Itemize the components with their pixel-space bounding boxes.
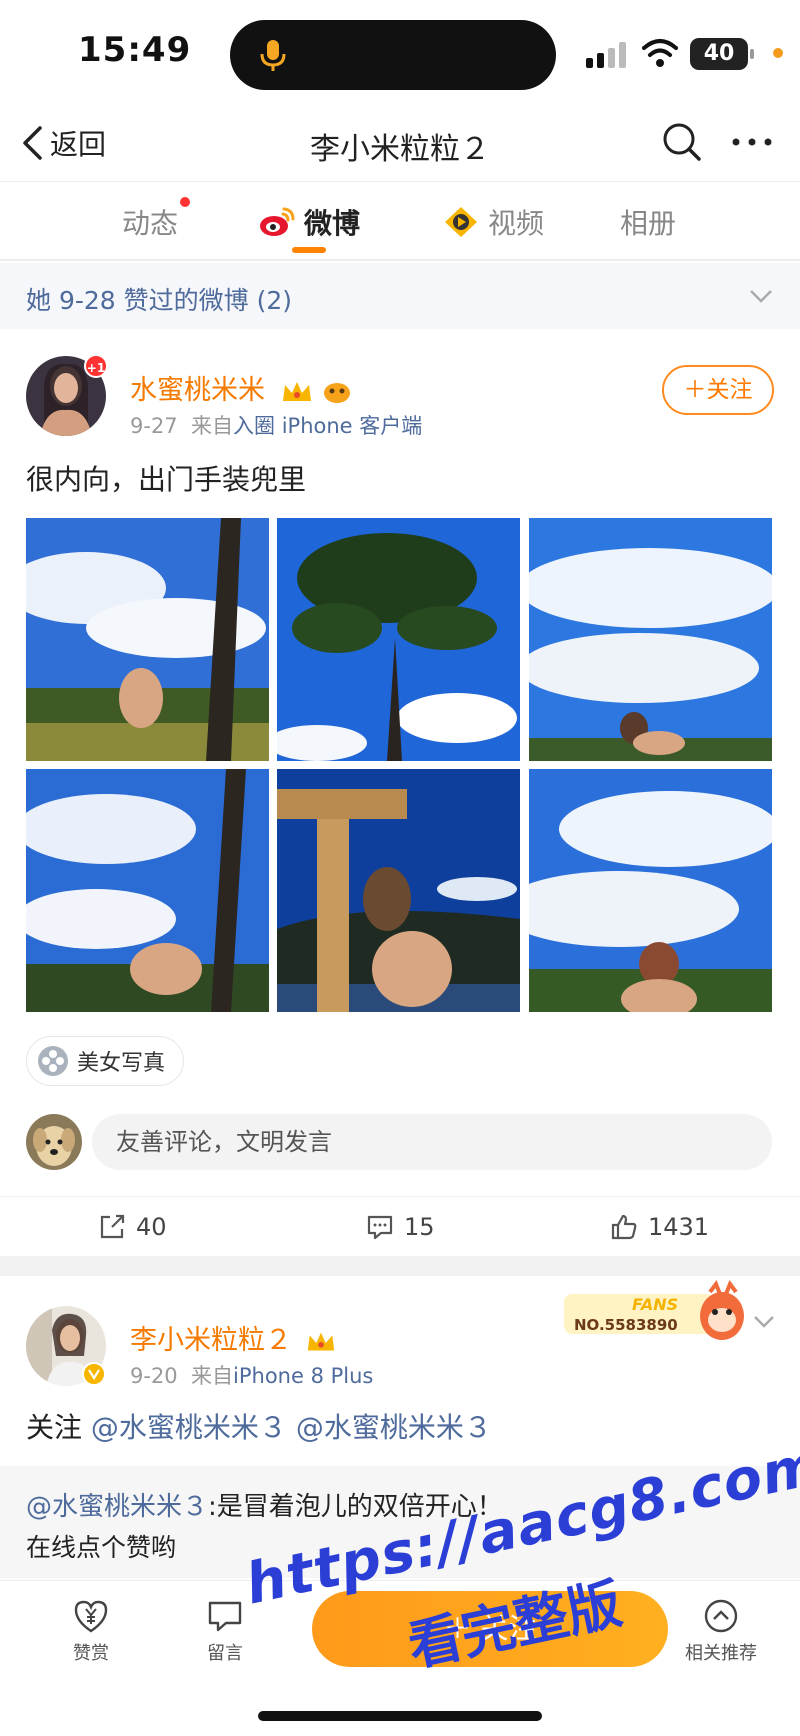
profile-tabs: 动态 微博 视频 相册	[0, 183, 800, 261]
battery-indicator: 40	[690, 38, 754, 70]
post-image[interactable]	[26, 518, 269, 761]
fans-badge-number: NO.5583890	[574, 1316, 678, 1334]
liked-posts-banner[interactable]: 她 9-28 赞过的微博 (2)	[0, 263, 800, 329]
mention-link[interactable]: @水蜜桃米米３	[26, 1492, 208, 1522]
message-label: 留言	[207, 1643, 243, 1664]
tab-label: 相册	[620, 207, 677, 240]
image-grid	[26, 518, 772, 1012]
video-icon	[445, 207, 477, 237]
post-action-bar: 40 15 1431	[0, 1196, 800, 1256]
tab-weibo[interactable]: 微博	[258, 201, 360, 243]
comment-button[interactable]: 15	[366, 1209, 435, 1245]
message-icon	[208, 1601, 242, 1632]
chevron-up-circle-icon	[704, 1599, 738, 1633]
recommend-button[interactable]: 相关推荐	[676, 1597, 766, 1665]
comment-row: 友善评论，文明发言	[26, 1114, 774, 1170]
message-button[interactable]: 留言	[190, 1597, 260, 1665]
mention-link[interactable]: @水蜜桃米米３	[91, 1411, 287, 1444]
comment-count: 15	[404, 1213, 435, 1241]
repost-count: 40	[136, 1213, 167, 1241]
navigation-bar: 返回 李小米粒粒２	[0, 104, 800, 182]
privacy-indicator-dot	[773, 48, 783, 58]
source-prefix: 来自	[191, 414, 234, 438]
quoted-post[interactable]: @水蜜桃米米３:是冒着泡儿的双倍开心！ 在线点个赞哟	[0, 1466, 800, 1578]
signal-icon	[586, 42, 626, 68]
post-meta: 9-20 来自iPhone 8 Plus	[130, 1360, 373, 1390]
tab-label: 动态	[122, 207, 179, 240]
flower-icon	[38, 1046, 68, 1076]
follow-big-button[interactable]: ＋ 关注	[312, 1591, 668, 1667]
chevron-down-icon[interactable]	[752, 1312, 776, 1332]
liked-posts-text: 她 9-28 赞过的微博 (2)	[26, 286, 292, 315]
like-count: 1431	[648, 1213, 710, 1241]
membership-badge-icon	[324, 382, 351, 403]
thumbs-up-icon	[611, 1214, 637, 1240]
post-meta: 9-27 来自入圈 iPhone 客户端	[130, 410, 422, 440]
repost-button[interactable]: 40	[98, 1209, 167, 1245]
dynamic-island	[230, 20, 556, 90]
post-date: 9-20	[130, 1364, 178, 1388]
verified-badge-icon	[82, 1362, 106, 1386]
like-button[interactable]: 1431	[610, 1209, 709, 1245]
active-tab-indicator	[292, 247, 326, 253]
post-source[interactable]: 入圈 iPhone 客户端	[233, 414, 422, 438]
post-image[interactable]	[277, 769, 520, 1012]
avatar-badge: +1	[84, 354, 108, 378]
post-username[interactable]: 李小米粒粒２	[130, 1318, 337, 1357]
post-source[interactable]: iPhone 8 Plus	[233, 1364, 373, 1388]
quote-text: :是冒着泡儿的双倍开心！	[208, 1492, 503, 1522]
status-time: 15:49	[78, 30, 192, 70]
notification-dot	[180, 197, 191, 207]
username-text: 水蜜桃米米	[130, 375, 265, 406]
commenter-avatar	[26, 1114, 82, 1170]
search-icon[interactable]	[660, 120, 704, 164]
fans-badge-title: FANS	[632, 1295, 678, 1314]
topic-tag[interactable]: 美女写真	[26, 1036, 185, 1086]
crown-badge-icon	[307, 1332, 334, 1350]
post-text-prefix: 关注	[26, 1411, 83, 1444]
tab-video[interactable]: 视频	[442, 201, 544, 243]
source-prefix: 来自	[191, 1364, 234, 1388]
microphone-icon	[260, 40, 286, 71]
topic-tag-label: 美女写真	[77, 1051, 166, 1076]
home-indicator	[258, 1711, 542, 1721]
fans-badge: FANS NO.5583890	[564, 1280, 744, 1340]
more-icon[interactable]	[728, 120, 776, 164]
mention-link[interactable]: @水蜜桃米米３	[296, 1411, 492, 1444]
crown-badge-icon	[282, 381, 311, 401]
quote-line: @水蜜桃米米３:是冒着泡儿的双倍开心！	[26, 1486, 503, 1523]
username-text: 李小米粒粒２	[130, 1325, 292, 1356]
tab-label: 视频	[488, 207, 545, 240]
post-image[interactable]	[277, 518, 520, 761]
post-text: 关注 @水蜜桃米米３ @水蜜桃米米３	[26, 1406, 492, 1446]
post-divider	[0, 1256, 800, 1276]
post-username[interactable]: 水蜜桃米米	[130, 368, 352, 407]
post-image[interactable]	[26, 769, 269, 1012]
share-icon	[100, 1214, 125, 1239]
tab-dynamics[interactable]: 动态	[122, 197, 191, 243]
recommend-label: 相关推荐	[685, 1643, 757, 1664]
comment-input[interactable]: 友善评论，文明发言	[92, 1114, 772, 1170]
bottom-action-bar: 赞赏 留言 ＋ 关注 相关推荐	[0, 1580, 800, 1736]
comment-icon	[367, 1215, 393, 1240]
status-bar: 15:49 40	[0, 0, 800, 104]
tab-album[interactable]: 相册	[620, 201, 676, 243]
chevron-down-icon	[750, 290, 772, 303]
quote-line: 在线点个赞哟	[26, 1533, 177, 1562]
wifi-icon	[642, 39, 678, 67]
reward-button[interactable]: 赞赏	[56, 1597, 126, 1665]
reward-label: 赞赏	[73, 1643, 109, 1664]
post-text: 很内向，出门手装兜里	[26, 463, 307, 496]
post-image[interactable]	[529, 518, 772, 761]
follow-button[interactable]: ＋关注	[662, 365, 774, 415]
post-date: 9-27	[130, 414, 178, 438]
reward-icon	[74, 1600, 108, 1633]
weibo-icon	[260, 207, 295, 236]
post-image[interactable]	[529, 769, 772, 1012]
tab-label: 微博	[304, 207, 361, 240]
